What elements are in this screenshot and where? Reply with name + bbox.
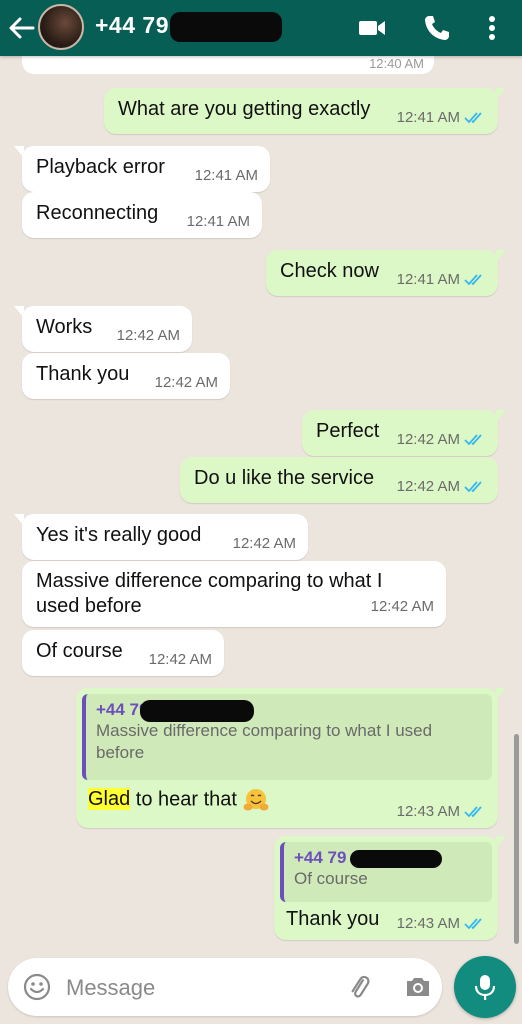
message-meta: 12:42 AM	[371, 594, 434, 619]
avatar[interactable]	[38, 4, 84, 50]
message-bubble-incoming[interactable]: Works 12:42 AM	[14, 306, 192, 352]
message-text: What are you getting exactly	[118, 98, 371, 120]
message-text: Playback error	[36, 156, 165, 178]
double-check-read-icon	[464, 273, 482, 285]
voice-call-icon[interactable]	[421, 12, 453, 44]
message-time: 12:42 AM	[154, 374, 218, 391]
camera-icon[interactable]	[404, 973, 432, 1001]
message-time: 12:42 AM	[370, 598, 434, 615]
message-bubble-incoming[interactable]: Thank you 12:42 AM	[22, 353, 230, 399]
message-text: Perfect	[316, 420, 380, 442]
message-time: 12:43 AM	[396, 915, 460, 932]
double-check-read-icon	[464, 805, 482, 817]
back-arrow-icon[interactable]	[6, 14, 36, 42]
message-text: Works	[36, 316, 93, 338]
double-check-read-icon	[464, 917, 482, 929]
double-check-read-icon	[464, 111, 482, 123]
highlighted-word: Glad	[88, 788, 131, 811]
quoted-text: Massive difference comparing to what I u…	[96, 721, 433, 762]
video-call-icon[interactable]	[356, 12, 388, 44]
double-check-read-icon	[464, 433, 482, 445]
message-bubble-incoming[interactable]: Playback error 12:41 AM	[14, 146, 270, 192]
microphone-icon	[474, 975, 496, 1000]
message-bubble-incoming[interactable]: Massive difference comparing to what I u…	[22, 561, 446, 627]
message-time: 12:40 AM	[369, 56, 424, 71]
quoted-text: Of course	[294, 869, 368, 888]
message-time: 12:41 AM	[186, 213, 250, 230]
message-body: Glad to hear that	[88, 788, 269, 812]
message-text-line: Massive difference comparing to what I	[36, 570, 383, 592]
message-text: Thank you	[36, 363, 130, 385]
message-text: to hear that	[130, 788, 237, 811]
message-bubble-outgoing[interactable]: Perfect 12:42 AM	[302, 410, 506, 456]
message-list[interactable]: 12:40 AM What are you getting exactly 12…	[0, 56, 522, 948]
message-time: 12:41 AM	[396, 271, 460, 288]
message-meta: 12:42 AM	[117, 327, 180, 344]
more-options-icon[interactable]	[478, 12, 506, 44]
voice-message-button[interactable]	[454, 956, 516, 1018]
message-bubble-incoming[interactable]: Reconnecting 12:41 AM	[22, 192, 262, 238]
message-text: Of course	[36, 640, 123, 662]
message-meta: 12:42 AM	[149, 651, 212, 668]
message-meta: 12:41 AM	[397, 271, 486, 288]
message-input[interactable]	[64, 970, 338, 1006]
emoji-icon[interactable]	[22, 972, 52, 1002]
message-bubble-incoming[interactable]: Of course 12:42 AM	[22, 630, 224, 676]
attach-icon[interactable]	[344, 972, 374, 1002]
message-meta: 12:41 AM	[397, 109, 486, 126]
message-meta: 12:41 AM	[187, 213, 250, 230]
message-text-line: used before	[36, 595, 142, 617]
message-time: 12:42 AM	[396, 478, 460, 495]
message-bubble-partial: 12:40 AM	[22, 56, 434, 74]
message-time: 12:42 AM	[232, 535, 296, 552]
message-time: 12:42 AM	[116, 327, 180, 344]
contact-name[interactable]: +44 79	[95, 12, 169, 39]
message-text: Reconnecting	[36, 202, 159, 224]
redaction-mark	[350, 850, 442, 868]
message-meta: 12:43 AM	[397, 915, 486, 932]
redaction-mark	[170, 12, 282, 42]
message-bubble-outgoing[interactable]: Do u like the service 12:42 AM	[180, 457, 498, 503]
message-meta: 12:42 AM	[233, 535, 296, 552]
message-time: 12:42 AM	[148, 651, 212, 668]
message-time: 12:41 AM	[194, 167, 258, 184]
message-text: Yes it's really good	[36, 524, 202, 546]
message-time: 12:41 AM	[396, 109, 460, 126]
message-meta: 12:41 AM	[195, 167, 258, 184]
message-text: Do u like the service	[194, 467, 375, 489]
message-bubble-outgoing-reply[interactable]: +44 79 Of course Thank you 12:43 AM	[274, 836, 506, 940]
message-bubble-outgoing[interactable]: What are you getting exactly 12:41 AM	[104, 88, 506, 134]
message-meta: 12:42 AM	[397, 431, 486, 448]
message-bubble-incoming[interactable]: Yes it's really good 12:42 AM	[14, 514, 308, 560]
message-composer	[8, 958, 442, 1016]
message-time: 12:42 AM	[396, 431, 460, 448]
message-meta: 12:42 AM	[155, 374, 218, 391]
hugging-face-emoji	[243, 789, 269, 811]
message-bubble-outgoing[interactable]: Check now 12:41 AM	[266, 250, 506, 296]
message-meta: 12:42 AM	[397, 478, 486, 495]
scrollbar[interactable]	[514, 734, 519, 944]
chat-header: +44 79	[0, 0, 522, 56]
double-check-read-icon	[464, 480, 482, 492]
message-bubble-outgoing-reply[interactable]: +44 79 Massive difference comparing to w…	[76, 688, 506, 828]
message-text: Check now	[280, 260, 379, 282]
redaction-mark	[140, 700, 254, 722]
message-time: 12:43 AM	[396, 803, 460, 820]
message-text: Thank you	[286, 908, 380, 930]
message-meta: 12:43 AM	[397, 803, 486, 820]
